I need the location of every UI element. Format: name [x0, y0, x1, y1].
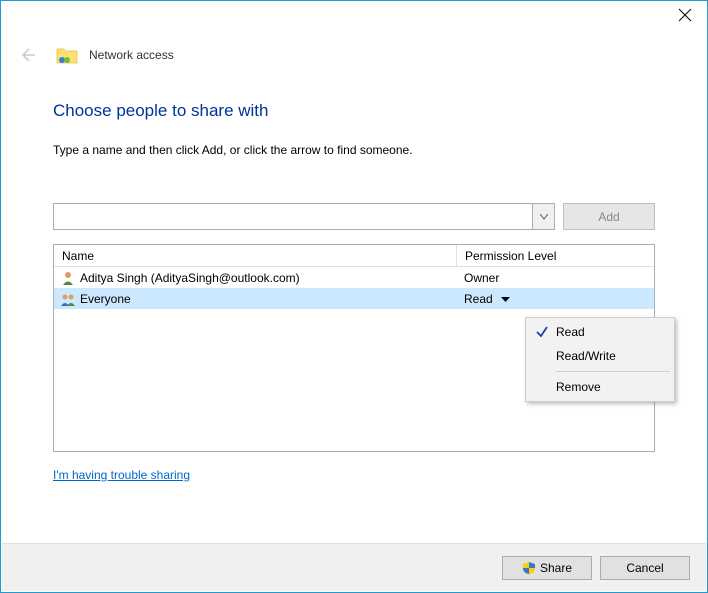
caret-down-icon — [501, 297, 510, 303]
shield-icon — [522, 561, 536, 575]
column-header-permission[interactable]: Permission Level — [456, 245, 654, 266]
add-user-row: Add — [53, 203, 655, 230]
cancel-button[interactable]: Cancel — [600, 556, 690, 580]
back-icon[interactable] — [15, 43, 39, 67]
row-name: Aditya Singh (AdityaSingh@outlook.com) — [80, 271, 300, 285]
combobox-dropdown-button[interactable] — [532, 204, 554, 229]
share-folder-icon — [55, 43, 79, 67]
name-input[interactable] — [54, 204, 532, 229]
add-button[interactable]: Add — [563, 203, 655, 230]
group-icon — [60, 291, 76, 307]
column-header-name[interactable]: Name — [54, 249, 456, 263]
menu-label: Remove — [556, 380, 601, 394]
row-permission: Owner — [464, 271, 499, 285]
cancel-button-label: Cancel — [626, 561, 663, 575]
share-dialog: Network access Choose people to share wi… — [0, 0, 708, 593]
row-name: Everyone — [80, 292, 131, 306]
permission-menu: Read Read/Write Remove — [525, 317, 675, 402]
menu-separator — [556, 371, 670, 372]
close-icon[interactable] — [677, 7, 693, 23]
row-permission: Read — [464, 292, 493, 306]
table-row[interactable]: Aditya Singh (AdityaSingh@outlook.com) O… — [54, 267, 654, 288]
chevron-down-icon — [540, 214, 548, 220]
titlebar — [1, 1, 707, 33]
header-row: Network access — [1, 33, 707, 67]
share-button[interactable]: Share — [502, 556, 592, 580]
permission-dropdown-button[interactable] — [501, 292, 510, 306]
menu-item-remove[interactable]: Remove — [528, 375, 672, 399]
user-icon — [60, 270, 76, 286]
main-heading: Choose people to share with — [53, 101, 655, 121]
instruction-text: Type a name and then click Add, or click… — [53, 143, 655, 157]
share-button-label: Share — [540, 561, 572, 575]
menu-item-readwrite[interactable]: Read/Write — [528, 344, 672, 368]
content-area: Choose people to share with Type a name … — [1, 67, 707, 482]
table-header: Name Permission Level — [54, 245, 654, 267]
name-combobox[interactable] — [53, 203, 555, 230]
dialog-footer: Share Cancel — [2, 543, 706, 591]
menu-label: Read/Write — [556, 349, 616, 363]
table-row[interactable]: Everyone Read — [54, 288, 654, 309]
check-icon — [534, 324, 550, 340]
trouble-sharing-link[interactable]: I'm having trouble sharing — [53, 468, 190, 482]
window-title: Network access — [89, 48, 174, 62]
menu-label: Read — [556, 325, 585, 339]
menu-item-read[interactable]: Read — [528, 320, 672, 344]
